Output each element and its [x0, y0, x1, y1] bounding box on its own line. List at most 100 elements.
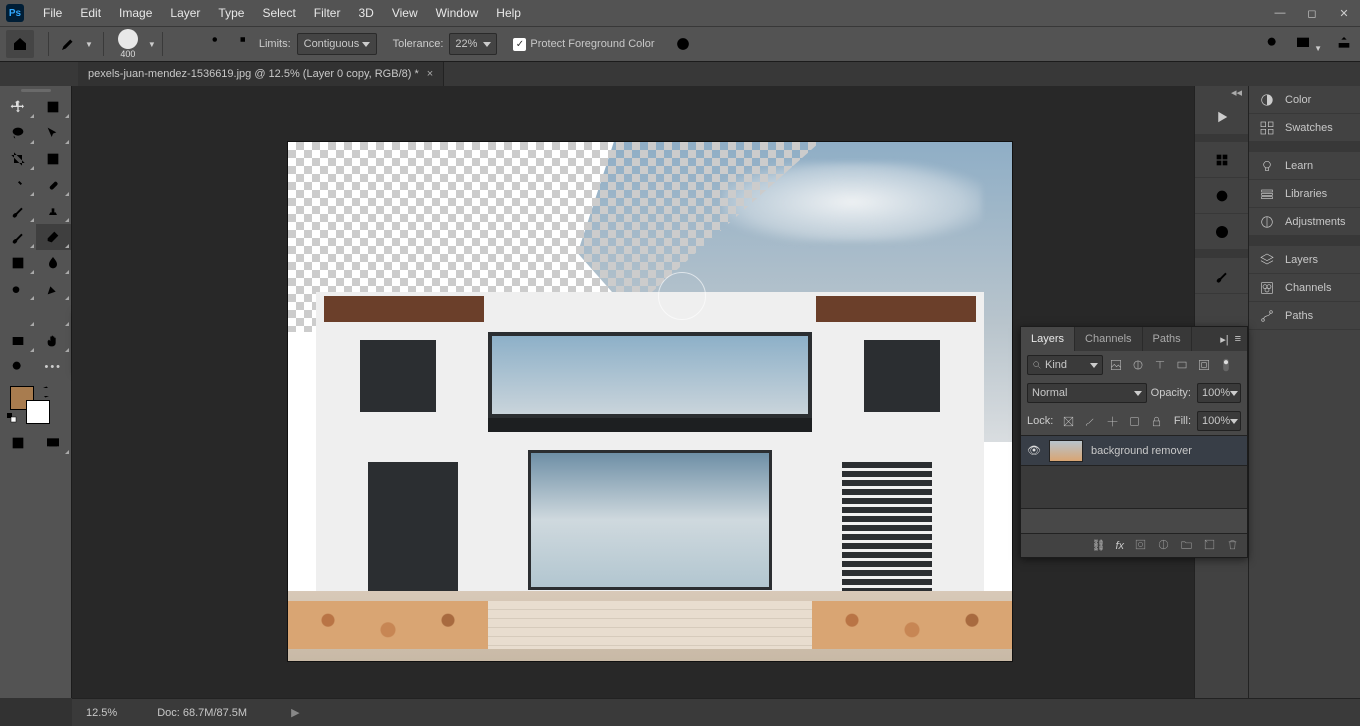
history-panel-icon[interactable]	[1195, 142, 1248, 178]
doc-info-caret[interactable]: ▶	[291, 706, 299, 719]
dodge-tool[interactable]	[0, 276, 36, 302]
brush-settings-icon[interactable]	[1195, 258, 1248, 294]
lock-position-icon[interactable]	[1103, 412, 1121, 430]
properties-panel-icon[interactable]	[1195, 178, 1248, 214]
background-color-swatch[interactable]	[26, 400, 50, 424]
filter-shape-icon[interactable]	[1173, 356, 1191, 374]
mask-icon[interactable]	[1134, 538, 1147, 554]
menu-layer[interactable]: Layer	[161, 6, 209, 20]
sampling-continuous-icon[interactable]	[171, 32, 195, 56]
panel-expand-icon[interactable]: ▸|	[1220, 333, 1228, 346]
window-maximize[interactable]: ◻	[1296, 0, 1328, 26]
hand-tool[interactable]	[36, 328, 72, 354]
panel-swatches[interactable]: Swatches	[1249, 114, 1360, 142]
limits-dropdown[interactable]: Contiguous	[297, 33, 377, 55]
sampling-swatch-icon[interactable]	[227, 32, 251, 56]
panel-adjustments[interactable]: Adjustments	[1249, 208, 1360, 236]
panel-channels[interactable]: Channels	[1249, 274, 1360, 302]
eraser-tool[interactable]	[36, 224, 72, 250]
pen-tool[interactable]	[36, 276, 72, 302]
zoom-level[interactable]: 12.5%	[86, 707, 117, 719]
gradient-tool[interactable]	[0, 250, 36, 276]
window-close[interactable]: ✕	[1328, 0, 1360, 26]
protect-fg-checkbox[interactable]: ✓Protect Foreground Color	[513, 38, 654, 51]
panel-menu-icon[interactable]: ≡	[1235, 333, 1241, 345]
screen-mode-icon[interactable]	[36, 430, 72, 456]
layer-filter-kind[interactable]: Kind	[1027, 355, 1103, 375]
home-button[interactable]	[6, 30, 34, 58]
sampling-once-icon[interactable]	[199, 32, 223, 56]
panel-learn[interactable]: Learn	[1249, 152, 1360, 180]
default-colors-icon[interactable]	[6, 412, 18, 424]
healing-tool[interactable]	[36, 172, 72, 198]
visibility-eye-icon[interactable]: 👁	[1027, 444, 1041, 457]
link-layers-icon[interactable]: ⛓	[1091, 539, 1105, 552]
lock-all-icon[interactable]	[1147, 412, 1165, 430]
window-minimize[interactable]: —	[1264, 0, 1296, 26]
lock-transparency-icon[interactable]	[1059, 412, 1077, 430]
adjustment-layer-icon[interactable]	[1157, 538, 1170, 554]
menu-3d[interactable]: 3D	[349, 6, 382, 20]
paragraph-panel-icon[interactable]	[1195, 294, 1248, 330]
panel-libraries[interactable]: Libraries	[1249, 180, 1360, 208]
filter-smart-icon[interactable]	[1195, 356, 1213, 374]
brush-tool[interactable]	[0, 198, 36, 224]
zoom-tool[interactable]	[0, 354, 36, 380]
path-select-tool[interactable]	[36, 302, 72, 328]
move-tool[interactable]	[0, 94, 36, 120]
filter-type-icon[interactable]	[1151, 356, 1169, 374]
rectangle-tool[interactable]	[0, 328, 36, 354]
brush-preset-picker[interactable]: 400	[110, 29, 146, 59]
layer-thumbnail[interactable]	[1049, 440, 1083, 462]
document-canvas[interactable]	[288, 142, 1012, 661]
info-panel-icon[interactable]	[1195, 214, 1248, 250]
group-icon[interactable]	[1180, 538, 1193, 554]
quick-select-tool[interactable]	[36, 120, 72, 146]
workspace-switcher-icon[interactable]: ▼	[1295, 35, 1322, 54]
swap-colors-icon[interactable]	[40, 386, 52, 398]
more-tools[interactable]: •••	[36, 354, 72, 380]
search-icon[interactable]	[1265, 35, 1281, 54]
menu-window[interactable]: Window	[427, 6, 488, 20]
lasso-tool[interactable]	[0, 120, 36, 146]
lock-artboard-icon[interactable]	[1125, 412, 1143, 430]
menu-filter[interactable]: Filter	[305, 6, 350, 20]
type-tool[interactable]	[0, 302, 36, 328]
frame-tool[interactable]	[36, 146, 72, 172]
lock-image-icon[interactable]	[1081, 412, 1099, 430]
current-tool-indicator[interactable]: ▼	[55, 35, 97, 53]
doc-info[interactable]: Doc: 68.7M/87.5M	[157, 707, 247, 719]
filter-pixel-icon[interactable]	[1107, 356, 1125, 374]
close-tab-icon[interactable]: ×	[427, 68, 433, 80]
panel-layers[interactable]: Layers	[1249, 246, 1360, 274]
quick-mask-icon[interactable]	[0, 430, 36, 456]
panel-paths[interactable]: Paths	[1249, 302, 1360, 330]
blend-mode-dropdown[interactable]: Normal	[1027, 383, 1147, 403]
opacity-input[interactable]: 100%	[1197, 383, 1241, 403]
share-icon[interactable]	[1336, 35, 1352, 54]
menu-edit[interactable]: Edit	[71, 6, 110, 20]
expand-panels-icon[interactable]: ◂◂	[1195, 86, 1248, 100]
crop-tool[interactable]	[0, 146, 36, 172]
play-action-icon[interactable]	[1195, 100, 1248, 134]
menu-file[interactable]: File	[34, 6, 71, 20]
fill-input[interactable]: 100%	[1197, 411, 1241, 431]
channels-tab[interactable]: Channels	[1075, 327, 1142, 351]
tolerance-input[interactable]: 22%	[449, 33, 497, 55]
filter-toggle[interactable]	[1217, 356, 1235, 374]
layer-name[interactable]: background remover	[1091, 445, 1192, 457]
filter-adjust-icon[interactable]	[1129, 356, 1147, 374]
blur-tool[interactable]	[36, 250, 72, 276]
menu-select[interactable]: Select	[253, 6, 304, 20]
clone-stamp-tool[interactable]	[36, 198, 72, 224]
menu-image[interactable]: Image	[110, 6, 161, 20]
delete-layer-icon[interactable]	[1226, 538, 1239, 554]
paths-tab[interactable]: Paths	[1143, 327, 1192, 351]
history-brush-tool[interactable]	[0, 224, 36, 250]
eyedropper-tool[interactable]	[0, 172, 36, 198]
fx-icon[interactable]: fx	[1115, 540, 1124, 552]
pressure-icon[interactable]	[671, 32, 695, 56]
menu-type[interactable]: Type	[209, 6, 253, 20]
new-layer-icon[interactable]	[1203, 538, 1216, 554]
panel-color[interactable]: Color	[1249, 86, 1360, 114]
